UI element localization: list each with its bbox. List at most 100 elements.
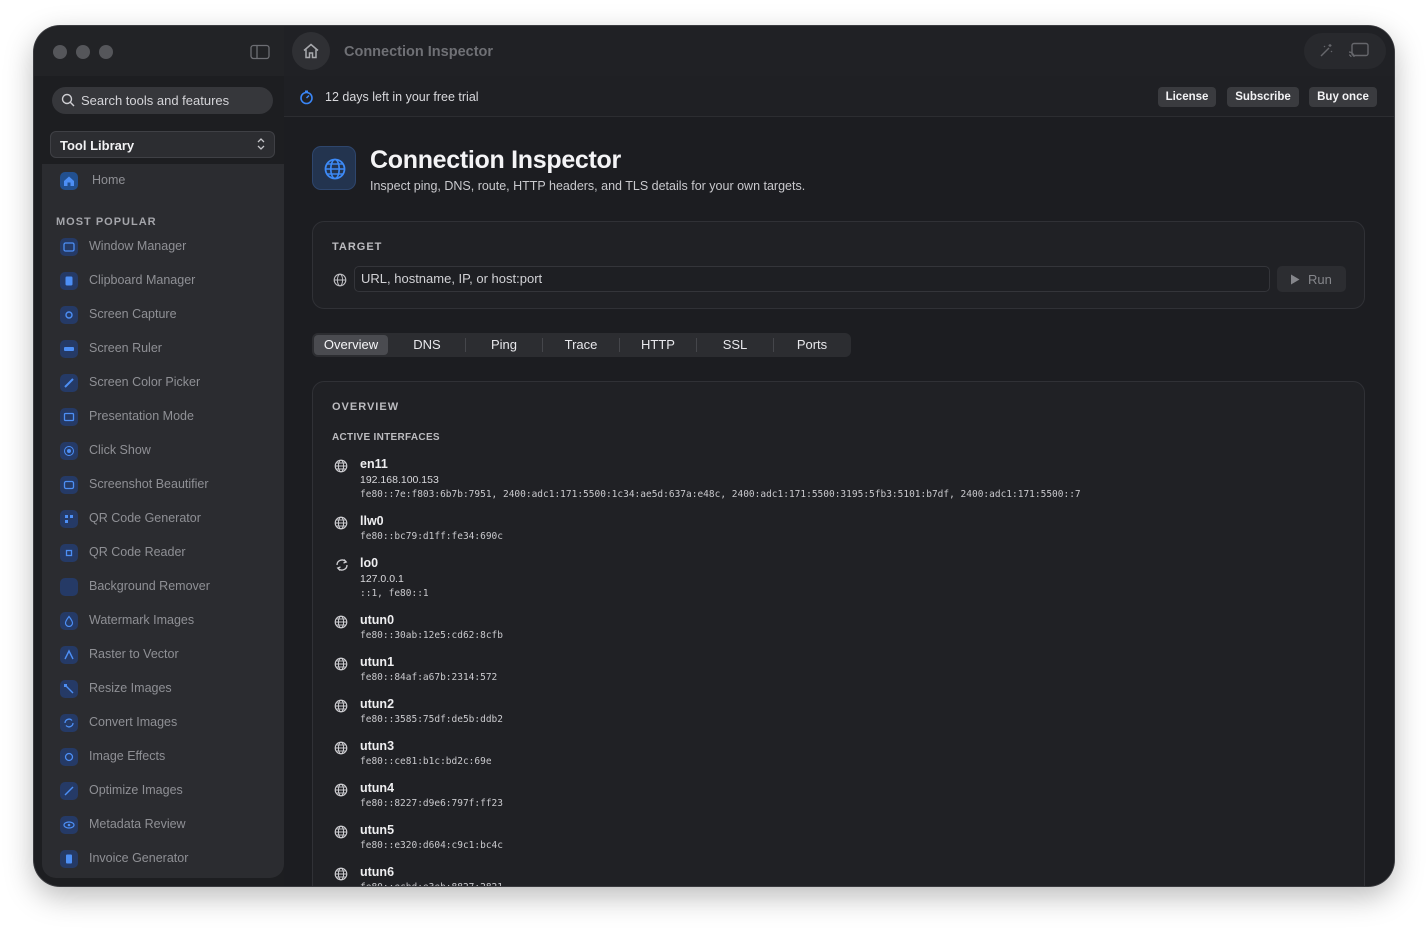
sidebar-item-background-remover[interactable]: Background Remover <box>52 574 274 600</box>
globe-icon <box>334 825 348 844</box>
target-input-field[interactable] <box>354 266 1270 292</box>
tab-divider <box>542 338 543 352</box>
target-input[interactable] <box>361 271 1251 286</box>
main-content: Connection Inspector 12 days left in you… <box>284 26 1394 886</box>
tool-library-select[interactable]: Tool Library <box>50 131 275 158</box>
sidebar-item-click-show[interactable]: Click Show <box>52 438 274 464</box>
sidebar-item-image-effects[interactable]: Image Effects <box>52 744 274 770</box>
tab-ssl[interactable]: SSL <box>698 335 772 355</box>
sidebar-item-label: Metadata Review <box>89 817 186 831</box>
sidebar-item-screen-color-picker[interactable]: Screen Color Picker <box>52 370 274 396</box>
active-interfaces-label: ACTIVE INTERFACES <box>332 432 440 443</box>
trial-banner: 12 days left in your free trial License … <box>284 76 1394 117</box>
tab-ping[interactable]: Ping <box>467 335 541 355</box>
play-icon <box>1291 274 1300 285</box>
sidebar-item-qr-code-generator[interactable]: QR Code Generator <box>52 506 274 532</box>
sidebar-toggle-icon[interactable] <box>250 44 270 60</box>
interface-name: utun1 <box>360 655 395 669</box>
target-section-label: TARGET <box>332 241 383 253</box>
bg-remove-icon <box>60 578 78 596</box>
sidebar-item-invoice-generator[interactable]: Invoice Generator <box>52 846 274 872</box>
minimize-window-button[interactable] <box>76 45 90 59</box>
sidebar-item-window-manager[interactable]: Window Manager <box>52 234 274 260</box>
sidebar-item-optimize-images[interactable]: Optimize Images <box>52 778 274 804</box>
interface-name: utun3 <box>360 739 395 753</box>
sidebar-item-label: Screen Capture <box>89 307 177 321</box>
interface-name: en11 <box>360 457 388 471</box>
interface-ipv6: fe80::bc79:d1ff:fe34:690c <box>360 531 503 542</box>
sidebar-item-screen-ruler[interactable]: Screen Ruler <box>52 336 274 362</box>
tab-trace[interactable]: Trace <box>544 335 618 355</box>
connection-tool-icon <box>312 146 356 190</box>
drop-icon <box>60 612 78 630</box>
sidebar-item-clipboard-manager[interactable]: Clipboard Manager <box>52 268 274 294</box>
license-button[interactable]: License <box>1158 87 1216 107</box>
zoom-window-button[interactable] <box>99 45 113 59</box>
sidebar-item-resize-images[interactable]: Resize Images <box>52 676 274 702</box>
app-window: Search tools and features Tool Library H… <box>34 26 1394 886</box>
globe-icon <box>324 158 346 180</box>
interface-ipv6: fe80::ecbd:e3eb:8827:2821 <box>360 882 503 886</box>
run-label: Run <box>1308 272 1332 287</box>
sidebar-item-label: Click Show <box>89 443 151 457</box>
timer-icon <box>299 90 314 110</box>
buy-once-button[interactable]: Buy once <box>1309 87 1377 107</box>
interface-ipv4: 127.0.0.1 <box>360 573 404 585</box>
capture-icon <box>60 306 78 324</box>
effects-icon <box>60 748 78 766</box>
interface-ipv6: fe80::e320:d604:c9c1:bc4c <box>360 840 503 851</box>
search-bar[interactable]: Search tools and features <box>52 87 273 114</box>
qr-scan-icon <box>60 544 78 562</box>
eye-icon <box>60 816 78 834</box>
run-button[interactable]: Run <box>1277 266 1346 292</box>
interface-name: utun0 <box>360 613 395 627</box>
sidebar-item-screenshot-beautifier[interactable]: Screenshot Beautifier <box>52 472 274 498</box>
interface-name: utun2 <box>360 697 395 711</box>
sidebar: Search tools and features Tool Library H… <box>34 26 284 886</box>
tab-divider <box>696 338 697 352</box>
sidebar-item-metadata-review[interactable]: Metadata Review <box>52 812 274 838</box>
invoice-icon <box>60 850 78 868</box>
globe-icon <box>334 867 348 886</box>
sidebar-item-convert-images[interactable]: Convert Images <box>52 710 274 736</box>
sidebar-item-home[interactable]: Home <box>52 168 274 194</box>
sidebar-item-label: Screen Ruler <box>89 341 162 355</box>
sidebar-item-raster-to-vector[interactable]: Raster to Vector <box>52 642 274 668</box>
sidebar-item-qr-code-reader[interactable]: QR Code Reader <box>52 540 274 566</box>
sidebar-item-label: Resize Images <box>89 681 172 695</box>
overview-section-label: OVERVIEW <box>332 401 400 413</box>
search-placeholder: Search tools and features <box>81 93 230 108</box>
page-title: Connection Inspector <box>370 146 621 174</box>
tab-http[interactable]: HTTP <box>621 335 695 355</box>
sidebar-item-label: Raster to Vector <box>89 647 179 661</box>
sidebar-item-label: QR Code Reader <box>89 545 186 559</box>
tab-bar: Overview DNS Ping Trace HTTP SSL Ports <box>312 333 851 357</box>
interface-ipv6: ::1, fe80::1 <box>360 588 429 599</box>
close-window-button[interactable] <box>53 45 67 59</box>
clipboard-icon <box>60 272 78 290</box>
tab-overview[interactable]: Overview <box>314 335 388 355</box>
globe-icon <box>334 783 348 802</box>
tab-dns[interactable]: DNS <box>390 335 464 355</box>
interface-name: utun6 <box>360 865 395 879</box>
sidebar-item-label: Presentation Mode <box>89 409 194 423</box>
home-button[interactable] <box>292 32 330 70</box>
click-icon <box>60 442 78 460</box>
sidebar-item-label: Clipboard Manager <box>89 273 196 287</box>
sidebar-item-presentation-mode[interactable]: Presentation Mode <box>52 404 274 430</box>
screen-mirror-icon[interactable] <box>1348 42 1370 65</box>
sidebar-item-label: Home <box>92 173 126 187</box>
tool-library-label: Tool Library <box>60 138 135 153</box>
tab-divider <box>465 338 466 352</box>
titlebar: Connection Inspector <box>284 26 1394 76</box>
magic-wand-icon[interactable] <box>1318 43 1334 64</box>
sidebar-item-watermark-images[interactable]: Watermark Images <box>52 608 274 634</box>
section-heading: MOST POPULAR <box>56 216 157 228</box>
interface-ipv6: fe80::3585:75df:de5b:ddb2 <box>360 714 503 725</box>
loopback-icon <box>334 558 350 577</box>
tab-ports[interactable]: Ports <box>775 335 849 355</box>
tab-divider <box>619 338 620 352</box>
target-card: TARGET Run <box>312 221 1365 309</box>
sidebar-item-screen-capture[interactable]: Screen Capture <box>52 302 274 328</box>
subscribe-button[interactable]: Subscribe <box>1227 87 1299 107</box>
